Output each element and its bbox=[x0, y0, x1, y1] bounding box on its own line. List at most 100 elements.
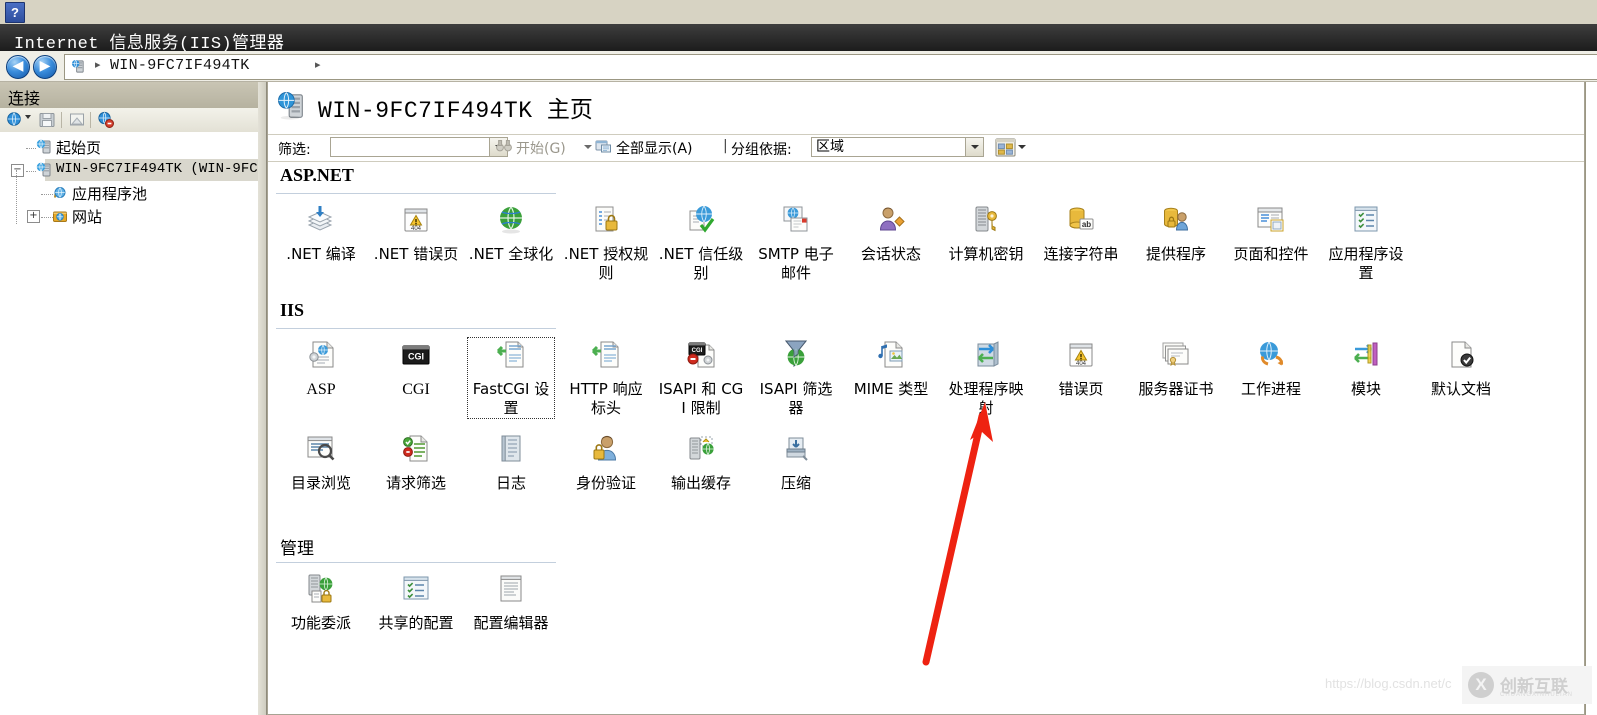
feature-label: 默认文档 bbox=[1430, 380, 1491, 398]
feature-label: 功能委派 bbox=[290, 614, 351, 632]
feature-isapi-cgi-restrictions[interactable]: CGI ISAPI 和 CGI 限制 bbox=[658, 338, 744, 418]
svg-text:404: 404 bbox=[411, 226, 422, 232]
handler-mappings-icon bbox=[969, 341, 1003, 376]
connections-title: 连接 bbox=[8, 89, 41, 108]
feature-net-compilation[interactable]: .NET 编译 bbox=[278, 203, 364, 264]
error-pages-icon: 404 bbox=[1064, 343, 1098, 376]
tree-line bbox=[26, 171, 36, 172]
feature-handler-mappings[interactable]: 处理程序映射 bbox=[943, 338, 1029, 418]
feature-server-certificates[interactable]: 服务器证书 bbox=[1133, 338, 1219, 399]
feature-label: 目录浏览 bbox=[290, 474, 351, 492]
group-by-select[interactable]: 区域 bbox=[811, 137, 966, 157]
toolbar-divider-1 bbox=[61, 112, 62, 128]
modules-icon bbox=[1349, 342, 1383, 376]
breadcrumb-separator-2[interactable]: ▸ bbox=[315, 58, 321, 71]
expand-expander-icon[interactable]: + bbox=[27, 210, 40, 223]
compression-icon bbox=[779, 437, 813, 470]
disconnect-icon[interactable] bbox=[97, 111, 115, 129]
feature-session-state[interactable]: 会话状态 bbox=[848, 203, 934, 264]
filter-input[interactable] bbox=[330, 137, 490, 157]
feature-feature-delegation[interactable]: 功能委派 bbox=[278, 572, 364, 633]
feature-isapi-filters[interactable]: ISAPI 筛选器 bbox=[753, 338, 839, 418]
feature-cgi[interactable]: CGI CGI bbox=[373, 338, 459, 399]
features-view: WIN-9FC7IF494TK 主页 筛选: 开始(G) 全部显示(A) | 分… bbox=[267, 82, 1585, 715]
tree-item-server[interactable]: − WIN-9FC7IF494TK (WIN-9FC bbox=[0, 159, 258, 181]
views-dropdown-caret-icon[interactable] bbox=[1018, 145, 1026, 149]
tree-item-sites[interactable]: + 网站 bbox=[0, 205, 258, 227]
feature-compression[interactable]: 压缩 bbox=[753, 432, 839, 493]
configuration-editor-icon bbox=[494, 575, 528, 610]
show-all-label: 全部显示(A) bbox=[616, 141, 693, 157]
feature-directory-browsing[interactable]: 目录浏览 bbox=[278, 432, 364, 493]
feature-request-filtering[interactable]: 请求筛选 bbox=[373, 432, 459, 493]
app-pools-icon bbox=[52, 185, 68, 201]
group-by-dropdown-button[interactable] bbox=[966, 137, 984, 157]
feature-label: 错误页 bbox=[1058, 380, 1104, 398]
net-globalization-icon bbox=[494, 206, 528, 241]
feature-net-error-pages[interactable]: 404 .NET 错误页 bbox=[373, 203, 459, 264]
feature-label: .NET 错误页 bbox=[373, 245, 459, 263]
feature-connection-strings[interactable]: ab 连接字符串 bbox=[1038, 203, 1124, 264]
filter-label: 筛选: bbox=[278, 142, 311, 158]
smtp-email-icon bbox=[779, 206, 813, 241]
feature-machine-key[interactable]: 计算机密钥 bbox=[943, 203, 1029, 264]
net-trust-levels-icon bbox=[684, 205, 718, 241]
breadcrumb-server-label[interactable]: WIN-9FC7IF494TK bbox=[110, 57, 250, 74]
feature-smtp-email[interactable]: SMTP 电子邮件 bbox=[753, 203, 839, 283]
feature-net-authorization-rules[interactable]: .NET 授权规则 bbox=[563, 203, 649, 283]
watermark-logo: X 创新互联 CHUANGXINHULIAN bbox=[1462, 666, 1592, 704]
connections-toolbar bbox=[0, 108, 258, 133]
help-icon[interactable]: ? bbox=[5, 2, 25, 23]
feature-configuration-editor[interactable]: 配置编辑器 bbox=[468, 572, 554, 633]
net-compilation-icon bbox=[304, 206, 338, 241]
save-icon[interactable] bbox=[38, 111, 56, 129]
watermark-logo-sub: CHUANGXINHULIAN bbox=[1500, 692, 1574, 698]
feature-providers[interactable]: 提供程序 bbox=[1133, 203, 1219, 264]
pane-splitter[interactable] bbox=[258, 82, 267, 715]
feature-authentication[interactable]: 身份验证 bbox=[563, 432, 649, 493]
group-title: ASP.NET bbox=[280, 165, 354, 185]
go-dropdown-caret-icon[interactable] bbox=[584, 145, 592, 149]
feature-error-pages[interactable]: 404 错误页 bbox=[1038, 338, 1124, 399]
net-authorization-icon bbox=[589, 206, 623, 241]
show-all-button[interactable]: 全部显示(A) bbox=[595, 138, 693, 158]
feature-fastcgi-settings[interactable]: FastCGI 设置 bbox=[467, 337, 555, 419]
http-response-headers-icon bbox=[589, 341, 623, 376]
feature-output-caching[interactable]: 输出缓存 bbox=[658, 432, 744, 493]
feature-default-document[interactable]: 默认文档 bbox=[1418, 338, 1504, 399]
tree-item-app-pools[interactable]: 应用程序池 bbox=[0, 182, 258, 204]
feature-logging[interactable]: 日志 bbox=[468, 432, 554, 493]
request-filtering-icon bbox=[399, 435, 433, 470]
breadcrumb-separator-1: ▸ bbox=[95, 58, 101, 71]
collapse-expander-icon[interactable]: − bbox=[11, 164, 24, 177]
forward-button[interactable]: ▶ bbox=[33, 55, 57, 79]
tree-item-start-page[interactable]: 起始页 bbox=[0, 136, 258, 158]
application-settings-icon bbox=[1349, 206, 1383, 241]
feature-net-globalization[interactable]: .NET 全球化 bbox=[468, 203, 554, 264]
toolbar-divider-2 bbox=[90, 112, 91, 128]
views-button[interactable] bbox=[995, 138, 1016, 157]
connect-to-icon[interactable] bbox=[6, 111, 24, 129]
directory-browsing-icon bbox=[304, 436, 338, 470]
feature-http-response-headers[interactable]: HTTP 响应标头 bbox=[563, 338, 649, 418]
feature-application-settings[interactable]: 应用程序设置 bbox=[1323, 203, 1409, 283]
group-rule bbox=[276, 562, 556, 563]
export-icon[interactable] bbox=[68, 111, 86, 129]
feature-asp[interactable]: ASP bbox=[278, 338, 364, 399]
connections-tree: 起始页 − WIN-9FC7IF494TK (WIN-9FC 应用程序池 + 网… bbox=[0, 132, 258, 715]
feature-pages-and-controls[interactable]: 页面和控件 bbox=[1228, 203, 1314, 264]
feature-shared-configuration[interactable]: 共享的配置 bbox=[373, 572, 459, 633]
feature-modules[interactable]: 模块 bbox=[1323, 338, 1409, 399]
back-button[interactable]: ◀ bbox=[6, 55, 30, 79]
feature-mime-types[interactable]: MIME 类型 bbox=[848, 338, 934, 399]
feature-worker-processes[interactable]: 工作进程 bbox=[1228, 338, 1314, 399]
go-button[interactable]: 开始(G) bbox=[496, 138, 566, 158]
breadcrumb[interactable]: ▸ WIN-9FC7IF494TK ▸ bbox=[64, 54, 1597, 80]
isapi-filters-icon bbox=[779, 340, 813, 376]
top-strip: ? bbox=[0, 0, 1597, 25]
feature-net-trust-levels[interactable]: .NET 信任级别 bbox=[658, 203, 744, 283]
connect-to-dropdown-caret[interactable] bbox=[25, 115, 31, 119]
feature-label: 共享的配置 bbox=[378, 614, 454, 632]
feature-label: .NET 授权规则 bbox=[563, 245, 649, 282]
right-gutter bbox=[1586, 82, 1597, 715]
